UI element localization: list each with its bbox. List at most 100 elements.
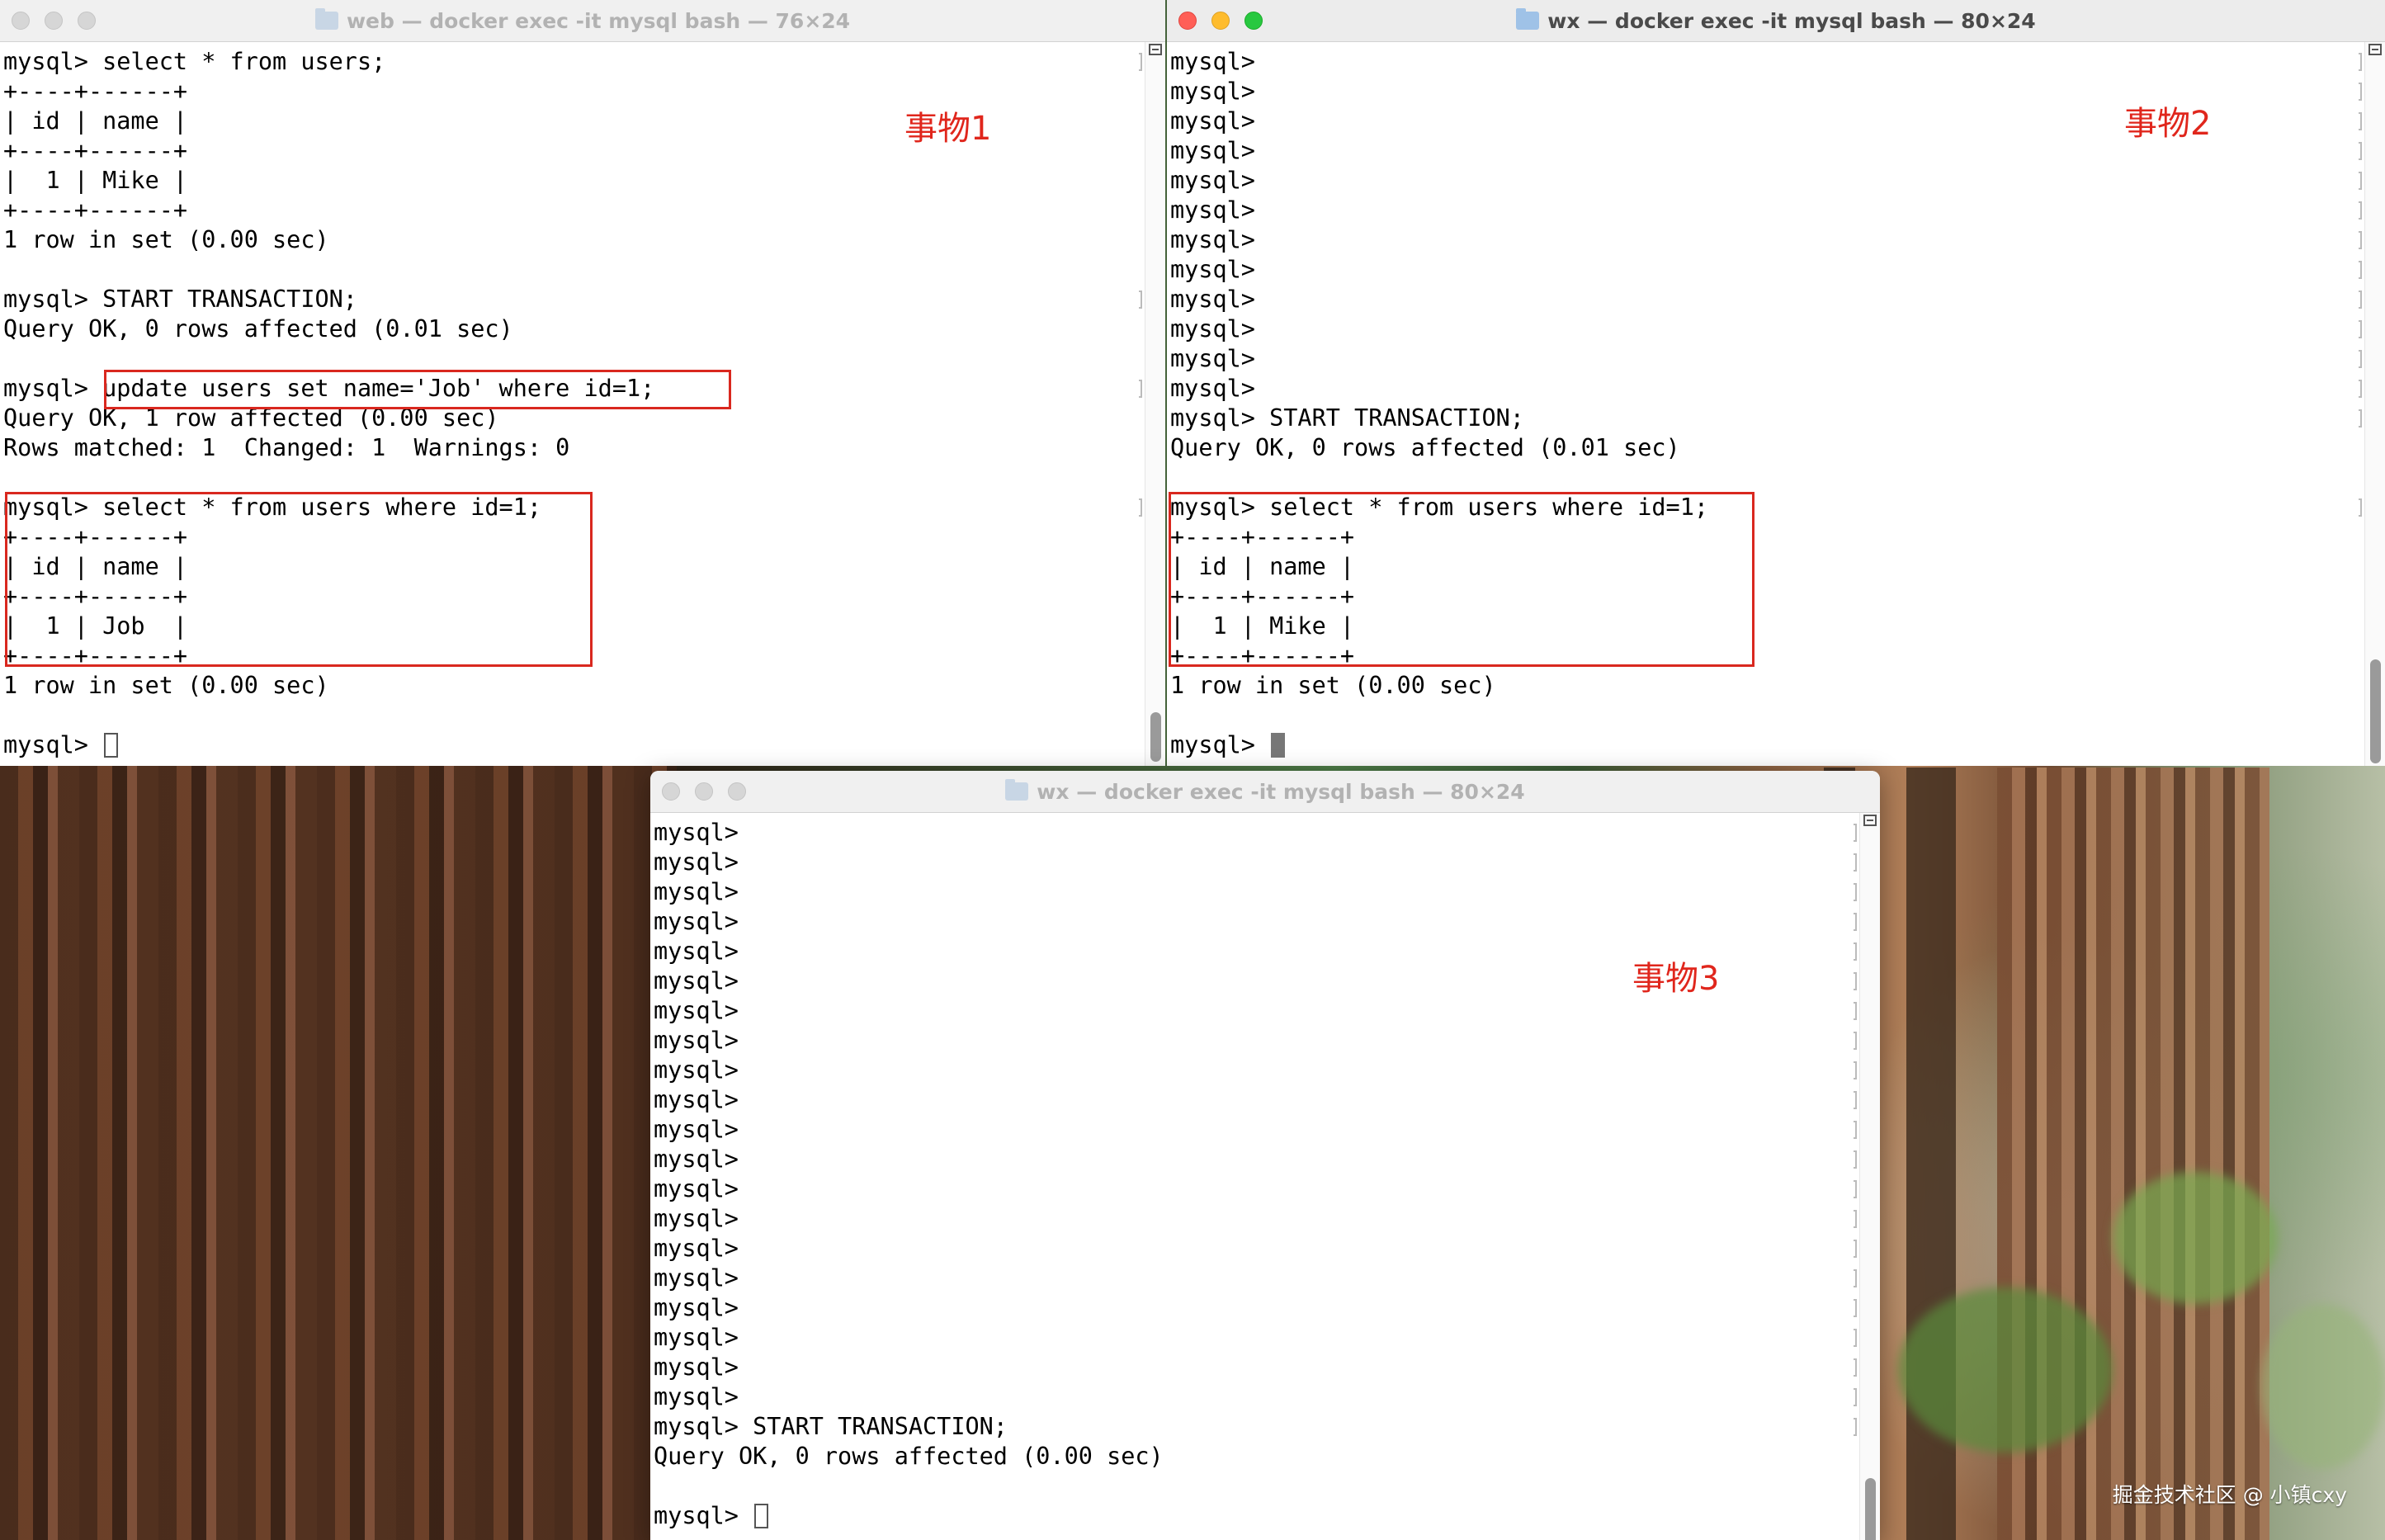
prompt-line: mysql>: [1170, 226, 1255, 253]
command-mark: [1854, 883, 1857, 901]
output-line: | 1 | Mike |: [3, 167, 188, 194]
prompt-line: mysql> START TRANSACTION;: [1170, 404, 1524, 432]
prompt-line: mysql> START TRANSACTION;: [654, 1413, 1008, 1440]
terminal-window-wx-bottom[interactable]: wx — docker exec -it mysql bash — 80×24 …: [650, 771, 1880, 1540]
command-mark: [1854, 913, 1857, 931]
prompt-line: mysql>: [654, 878, 739, 905]
minimize-button[interactable]: [45, 12, 63, 30]
prompt-line: mysql>: [654, 1027, 739, 1054]
scroll-thumb[interactable]: [2370, 659, 2381, 763]
prompt-line: mysql>: [654, 967, 739, 994]
text-cursor: [104, 733, 119, 758]
prompt-line: mysql>: [1170, 78, 1255, 105]
output-line: 1 row in set (0.00 sec): [1170, 672, 1496, 699]
command-mark: [1854, 1358, 1857, 1377]
prompt-line: mysql> select * from users;: [3, 48, 386, 75]
command-mark: [2359, 498, 2362, 517]
prompt-line: mysql>: [1170, 196, 1255, 224]
terminal-window-web[interactable]: web — docker exec -it mysql bash — 76×24…: [0, 0, 1165, 766]
close-button[interactable]: [1178, 12, 1197, 30]
window-controls: [1178, 0, 1263, 41]
zoom-button[interactable]: [1244, 12, 1263, 30]
prompt-line: mysql>: [654, 1324, 739, 1351]
foliage: [1898, 1287, 2113, 1453]
terminal-body[interactable]: mysql> select * from users; +----+------+…: [0, 42, 1165, 766]
title-bar[interactable]: web — docker exec -it mysql bash — 76×24: [0, 0, 1165, 42]
annotation-label: 事物3: [1632, 960, 1720, 998]
command-mark: [2359, 142, 2362, 160]
command-mark: [1854, 1329, 1857, 1347]
terminal-window-wx-top[interactable]: wx — docker exec -it mysql bash — 80×24 …: [1167, 0, 2385, 766]
command-mark: [1854, 1180, 1857, 1198]
prompt-line: mysql>: [654, 1205, 739, 1232]
terminal-body[interactable]: mysql> mysql> mysql> mysql> mysql> mysql> mysq…: [650, 813, 1880, 1540]
window-title-text: web — docker exec -it mysql bash — 76×24: [346, 8, 851, 33]
prompt-line: mysql>: [1170, 345, 1255, 372]
prompt-line: mysql> START TRANSACTION;: [3, 286, 357, 313]
scrollbar[interactable]: [2364, 42, 2385, 766]
command-mark: [1854, 1032, 1857, 1050]
split-pane-icon[interactable]: [1863, 815, 1877, 826]
prompt-line: mysql>: [1170, 286, 1255, 313]
command-mark: [1854, 972, 1857, 990]
prompt-line: mysql>: [654, 997, 739, 1024]
scrollbar[interactable]: [1859, 813, 1880, 1540]
command-mark: [1139, 380, 1142, 398]
command-mark: [1854, 942, 1857, 961]
command-mark: [1139, 498, 1142, 517]
command-mark: [2359, 261, 2362, 279]
folder-icon: [1005, 779, 1029, 801]
command-mark: [1854, 1388, 1857, 1406]
command-mark: [1854, 824, 1857, 842]
command-mark: [1854, 1061, 1857, 1079]
scrollbar[interactable]: [1145, 42, 1165, 766]
prompt-line: mysql>: [654, 1383, 739, 1410]
foliage: [2113, 1172, 2278, 1304]
command-mark: [1854, 1299, 1857, 1317]
prompt-line: mysql>: [654, 1264, 739, 1292]
close-button[interactable]: [12, 12, 30, 30]
split-pane-icon[interactable]: [2368, 44, 2382, 55]
scroll-thumb[interactable]: [1150, 712, 1161, 762]
title-bar[interactable]: wx — docker exec -it mysql bash — 80×24: [650, 771, 1880, 813]
command-mark: [1854, 1121, 1857, 1139]
prompt-line: mysql>: [654, 848, 739, 876]
zoom-button[interactable]: [78, 12, 96, 30]
output-line: Query OK, 0 rows affected (0.00 sec): [654, 1443, 1164, 1470]
command-mark: [2359, 409, 2362, 428]
prompt-line: mysql>: [1170, 315, 1255, 342]
highlight-select-result: [5, 492, 593, 667]
scroll-thumb[interactable]: [1865, 1478, 1876, 1540]
terminal-output: mysql> mysql> mysql> mysql> mysql> mysql> mysq…: [654, 818, 1164, 1531]
command-mark: [2359, 231, 2362, 249]
zoom-button[interactable]: [728, 782, 746, 801]
output-line: 1 row in set (0.00 sec): [3, 672, 329, 699]
window-title: wx — docker exec -it mysql bash — 80×24: [1005, 779, 1525, 804]
window-title: wx — docker exec -it mysql bash — 80×24: [1516, 8, 2036, 33]
command-mark: [2359, 201, 2362, 220]
title-bar[interactable]: wx — docker exec -it mysql bash — 80×24: [1167, 0, 2385, 42]
prompt-line: mysql>: [654, 1175, 739, 1202]
minimize-button[interactable]: [1211, 12, 1230, 30]
output-line: | id | name |: [3, 107, 188, 135]
window-title: web — docker exec -it mysql bash — 76×24: [314, 8, 851, 33]
highlight-update-statement: [104, 370, 731, 409]
minimize-button[interactable]: [695, 782, 713, 801]
output-line: Rows matched: 1 Changed: 1 Warnings: 0: [3, 434, 570, 461]
prompt-line: mysql>: [1170, 137, 1255, 164]
command-mark: [2359, 83, 2362, 101]
terminal-body[interactable]: mysql> mysql> mysql> mysql> mysql> mysql> mysq…: [1167, 42, 2385, 766]
watermark: 掘金技术社区 @ 小镇cxy: [2112, 1483, 2347, 1507]
output-line: Query OK, 0 rows affected (0.01 sec): [1170, 434, 1680, 461]
command-mark: [1854, 1210, 1857, 1228]
split-pane-icon[interactable]: [1149, 44, 1162, 55]
close-button[interactable]: [662, 782, 680, 801]
prompt-line: mysql>: [654, 1116, 739, 1143]
tree-trunk-left: [0, 759, 677, 1540]
command-mark: [2359, 172, 2362, 190]
command-mark: [1854, 853, 1857, 872]
